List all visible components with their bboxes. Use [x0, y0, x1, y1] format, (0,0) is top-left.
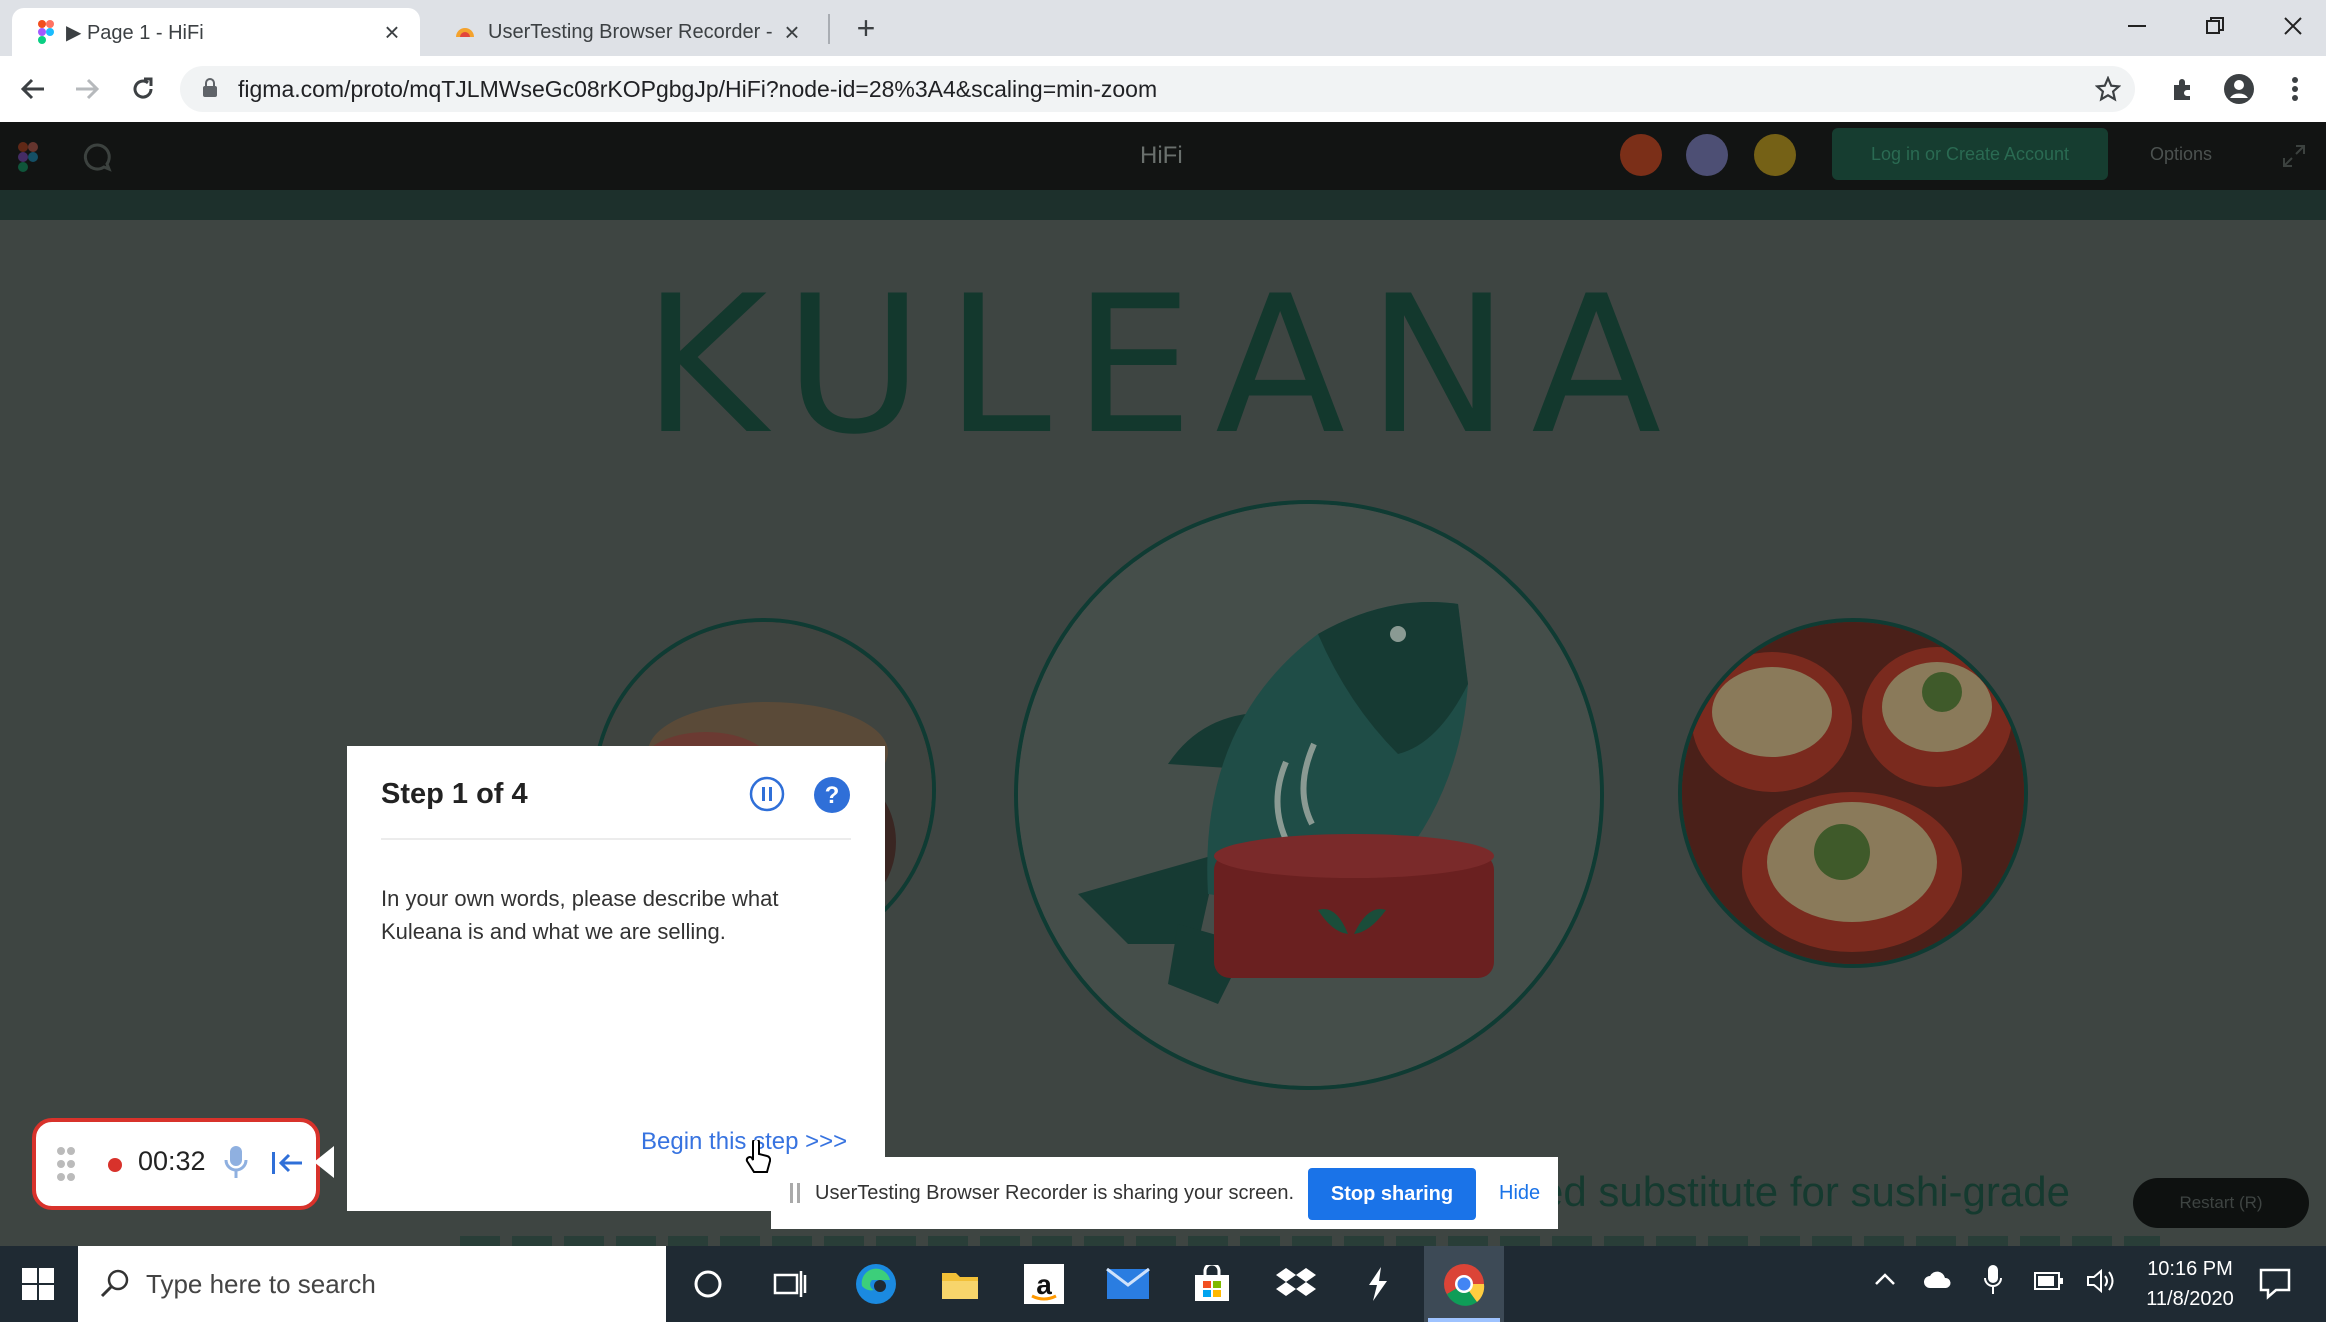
battery-icon[interactable] [2034, 1272, 2064, 1290]
close-tab-icon[interactable]: × [378, 17, 406, 48]
figma-logo-icon[interactable] [18, 142, 38, 172]
action-center-icon[interactable] [2258, 1266, 2292, 1300]
store-icon[interactable] [1188, 1260, 1236, 1308]
restart-button[interactable]: Restart (R) [2133, 1178, 2309, 1228]
profile-avatar-icon[interactable] [2220, 70, 2258, 108]
avatar [1754, 134, 1796, 176]
recorder-pointer [314, 1146, 334, 1178]
food-photo-right [1678, 618, 2028, 968]
usertesting-favicon-icon [454, 21, 476, 43]
lock-icon [202, 78, 218, 98]
close-tab-icon[interactable]: × [778, 17, 806, 48]
app-bolt-icon[interactable] [1354, 1260, 1402, 1308]
recording-dot-icon [108, 1158, 122, 1172]
step-title: Step 1 of 4 [381, 778, 528, 810]
task-view-icon[interactable] [766, 1260, 814, 1308]
tab-title: ▶ Page 1 - HiFi [66, 21, 204, 44]
taskbar-clock[interactable]: 10:16 PM 11/8/2020 [2130, 1254, 2250, 1314]
search-icon [100, 1268, 130, 1298]
stop-sharing-button[interactable]: Stop sharing [1308, 1168, 1476, 1220]
search-placeholder: Type here to search [146, 1269, 376, 1299]
collapse-arrow-icon[interactable] [270, 1148, 306, 1178]
tab-page-1-hifi[interactable]: ▶ Page 1 - HiFi × [12, 8, 420, 56]
browser-tab-strip: ▶ Page 1 - HiFi × UserTesting Browser Re… [0, 0, 2326, 56]
chrome-taskbar-button[interactable] [1424, 1246, 1504, 1322]
windows-taskbar: Type here to search a 10:16 PM 11/8/2020 [0, 1246, 2326, 1322]
options-dropdown[interactable]: Options [2150, 144, 2212, 165]
chrome-icon [1442, 1262, 1486, 1306]
amazon-icon[interactable]: a [1020, 1260, 1068, 1308]
active-indicator [1428, 1318, 1500, 1322]
clock-time: 10:16 PM [2147, 1258, 2233, 1280]
tab-usertesting-recorder[interactable]: UserTesting Browser Recorder - C × [428, 8, 820, 56]
show-hidden-icons-icon[interactable] [1874, 1272, 1896, 1286]
microphone-tray-icon[interactable] [1984, 1264, 2002, 1296]
recorder-widget: 00:32 [32, 1118, 320, 1210]
recording-timer: 00:32 [138, 1146, 206, 1176]
fish-illustration [1014, 500, 1604, 1090]
main-copy-text: ed substitute for sushi-grade [1540, 1168, 2070, 1215]
hand-cursor-icon [745, 1140, 773, 1176]
minimize-button[interactable] [2098, 0, 2176, 52]
new-tab-button[interactable]: + [846, 8, 886, 48]
edge-browser-icon[interactable] [852, 1260, 900, 1308]
volume-icon[interactable] [2086, 1268, 2116, 1294]
cortana-icon[interactable] [684, 1260, 732, 1308]
svg-text:a: a [1036, 1269, 1052, 1300]
browser-menu-icon[interactable] [2276, 70, 2314, 108]
address-bar[interactable]: figma.com/proto/mqTJLMWseGc08rKOPgbgJp/H… [180, 66, 2135, 112]
share-message: UserTesting Browser Recorder is sharing … [815, 1182, 1295, 1204]
grip-icon[interactable] [789, 1181, 801, 1205]
browser-toolbar: figma.com/proto/mqTJLMWseGc08rKOPgbgJp/H… [0, 56, 2326, 123]
forward-arrow-icon[interactable] [68, 70, 106, 108]
svg-text:?: ? [825, 782, 840, 809]
bookmark-star-icon[interactable] [2095, 76, 2121, 102]
comment-icon[interactable] [82, 142, 112, 172]
screen-share-bar: UserTesting Browser Recorder is sharing … [771, 1157, 1558, 1229]
site-nav-strip [0, 190, 2326, 220]
prototype-title: HiFi [1140, 142, 1183, 169]
tab-title: UserTesting Browser Recorder - C [488, 20, 778, 43]
microphone-icon[interactable] [224, 1144, 248, 1180]
divider [381, 838, 851, 840]
extensions-puzzle-icon[interactable] [2164, 70, 2202, 108]
restore-button[interactable] [2176, 0, 2254, 52]
tab-divider [828, 14, 830, 44]
reload-icon[interactable] [124, 70, 162, 108]
avatar [1686, 134, 1728, 176]
pause-icon[interactable] [749, 776, 785, 812]
avatar [1620, 134, 1662, 176]
windows-start-icon[interactable] [22, 1268, 54, 1300]
login-button[interactable]: Log in or Create Account [1832, 128, 2108, 180]
file-explorer-icon[interactable] [936, 1260, 984, 1308]
dropbox-icon[interactable] [1272, 1260, 1320, 1308]
figma-favicon-icon [38, 20, 54, 44]
hide-button[interactable]: Hide [1499, 1157, 1540, 1229]
help-icon[interactable]: ? [813, 776, 851, 814]
step-instructions: In your own words, please describe what … [381, 886, 779, 944]
figma-prototype-header: HiFi Log in or Create Account Options [0, 122, 2326, 190]
mail-icon[interactable] [1104, 1260, 1152, 1308]
taskbar-search-input[interactable]: Type here to search [78, 1246, 666, 1322]
close-window-button[interactable] [2254, 0, 2326, 52]
fullscreen-icon[interactable] [2282, 144, 2306, 168]
drag-handle-icon[interactable] [56, 1146, 76, 1182]
kuleana-logo: KULEANA [642, 255, 1684, 476]
back-arrow-icon[interactable] [14, 70, 52, 108]
clock-date: 11/8/2020 [2146, 1288, 2234, 1310]
main-copy-text-cut [460, 1228, 2160, 1246]
url-text: figma.com/proto/mqTJLMWseGc08rKOPgbgJp/H… [238, 76, 1158, 102]
onedrive-cloud-icon[interactable] [1922, 1270, 1952, 1290]
step-dialog: Step 1 of 4 ? In your own words, please … [347, 746, 885, 1211]
